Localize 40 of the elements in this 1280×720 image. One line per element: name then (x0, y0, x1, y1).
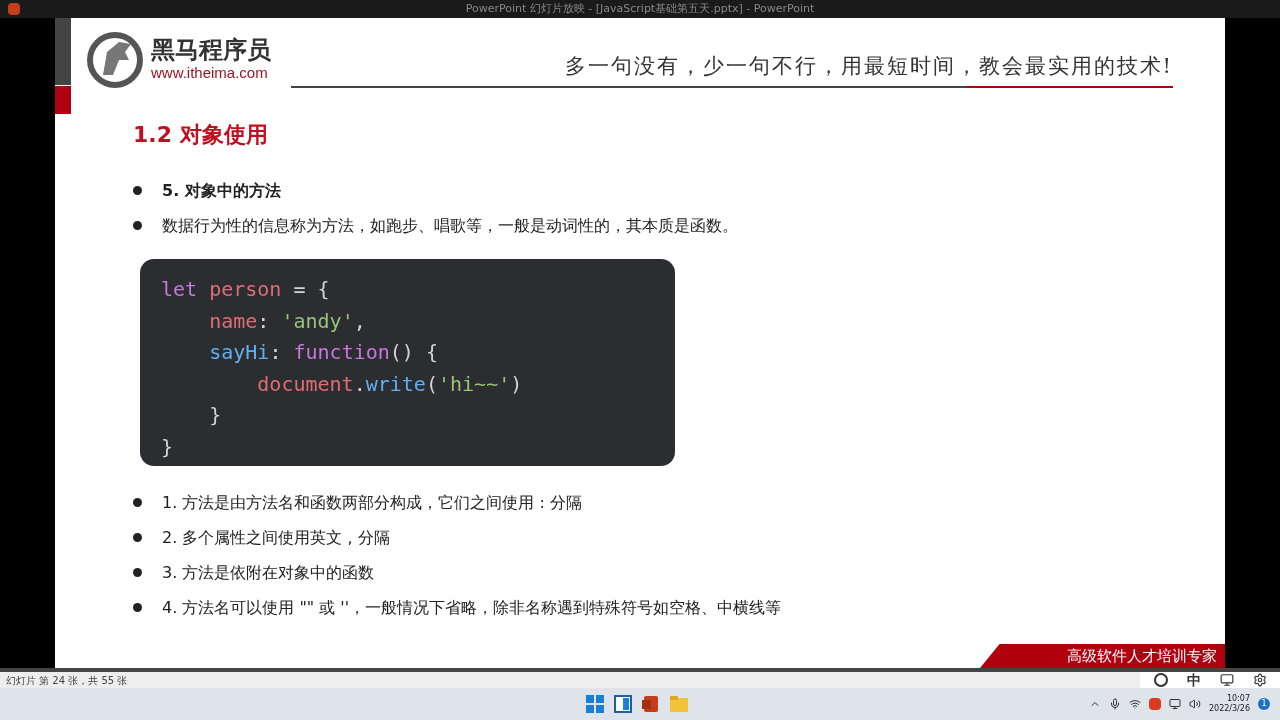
bullet-icon (133, 533, 142, 542)
code-line: name: 'andy', (208, 307, 367, 335)
start-icon[interactable] (586, 695, 604, 713)
display-icon[interactable] (1168, 698, 1181, 710)
bullet-icon (133, 603, 142, 612)
code-line: } (161, 433, 175, 461)
logo-url: www.itheima.com (151, 65, 269, 80)
clock-date[interactable]: 2022/3/26 (1208, 704, 1250, 714)
bullet-text: 3. 方法是依附在对象中的函数 (162, 561, 375, 584)
bullet-text: 4. 方法名可以使用 "" 或 ''，一般情况下省略，除非名称遇到特殊符号如空格、中横线等 (162, 596, 782, 619)
bullet-icon (133, 568, 142, 577)
input-mode-toggle[interactable]: 中 (1186, 669, 1201, 691)
code-line: } (208, 402, 223, 429)
clock-time[interactable]: 10:07 (1226, 694, 1250, 704)
code-line: document.write('hi~~') (256, 370, 524, 398)
bullet-icon (133, 498, 142, 507)
slide-heading: 1.2 对象使用 (133, 122, 268, 147)
volume-icon[interactable] (1188, 698, 1201, 710)
task-view-icon[interactable] (614, 695, 632, 713)
screen-icon[interactable] (1219, 673, 1234, 687)
app-icon (8, 3, 20, 15)
input-method-icon[interactable] (1148, 698, 1161, 710)
bullet-icon (133, 221, 142, 230)
slogan: 多一句没有，少一句不行，用最短时间，教会最实用的技术! (564, 52, 1173, 80)
bullet-text: 5. 对象中的方法 (162, 179, 281, 202)
notification-badge[interactable]: 1 (1258, 698, 1270, 710)
bullet-text: 数据行为性的信息称为方法，如跑步、唱歌等，一般是动词性的，其本质是函数。 (162, 214, 738, 237)
logo-name: 黑马程序员 (151, 38, 271, 62)
window-title: PowerPoint 幻灯片放映 - [JavaScript基础第五天.pptx] - PowerPoint (465, 0, 815, 17)
presentation-app-icon[interactable] (642, 695, 660, 713)
bullet-text: 2. 多个属性之间使用英文 , 分隔 (162, 526, 390, 549)
settings-icon[interactable] (1252, 673, 1267, 687)
network-icon[interactable] (1128, 698, 1141, 710)
code-line: sayHi: function() { (208, 339, 439, 366)
banner-text: 高级软件人才培训专家 (1067, 645, 1217, 667)
bullet-icon (133, 186, 142, 195)
bullet-text: 1. 方法是由方法名和函数两部分构成，它们之间使用 : 分隔 (162, 491, 582, 514)
code-line: let person = { (161, 276, 331, 303)
microphone-icon[interactable] (1108, 698, 1121, 710)
slide-counter: 幻灯片 第 24 张，共 55 张 (6, 673, 128, 688)
